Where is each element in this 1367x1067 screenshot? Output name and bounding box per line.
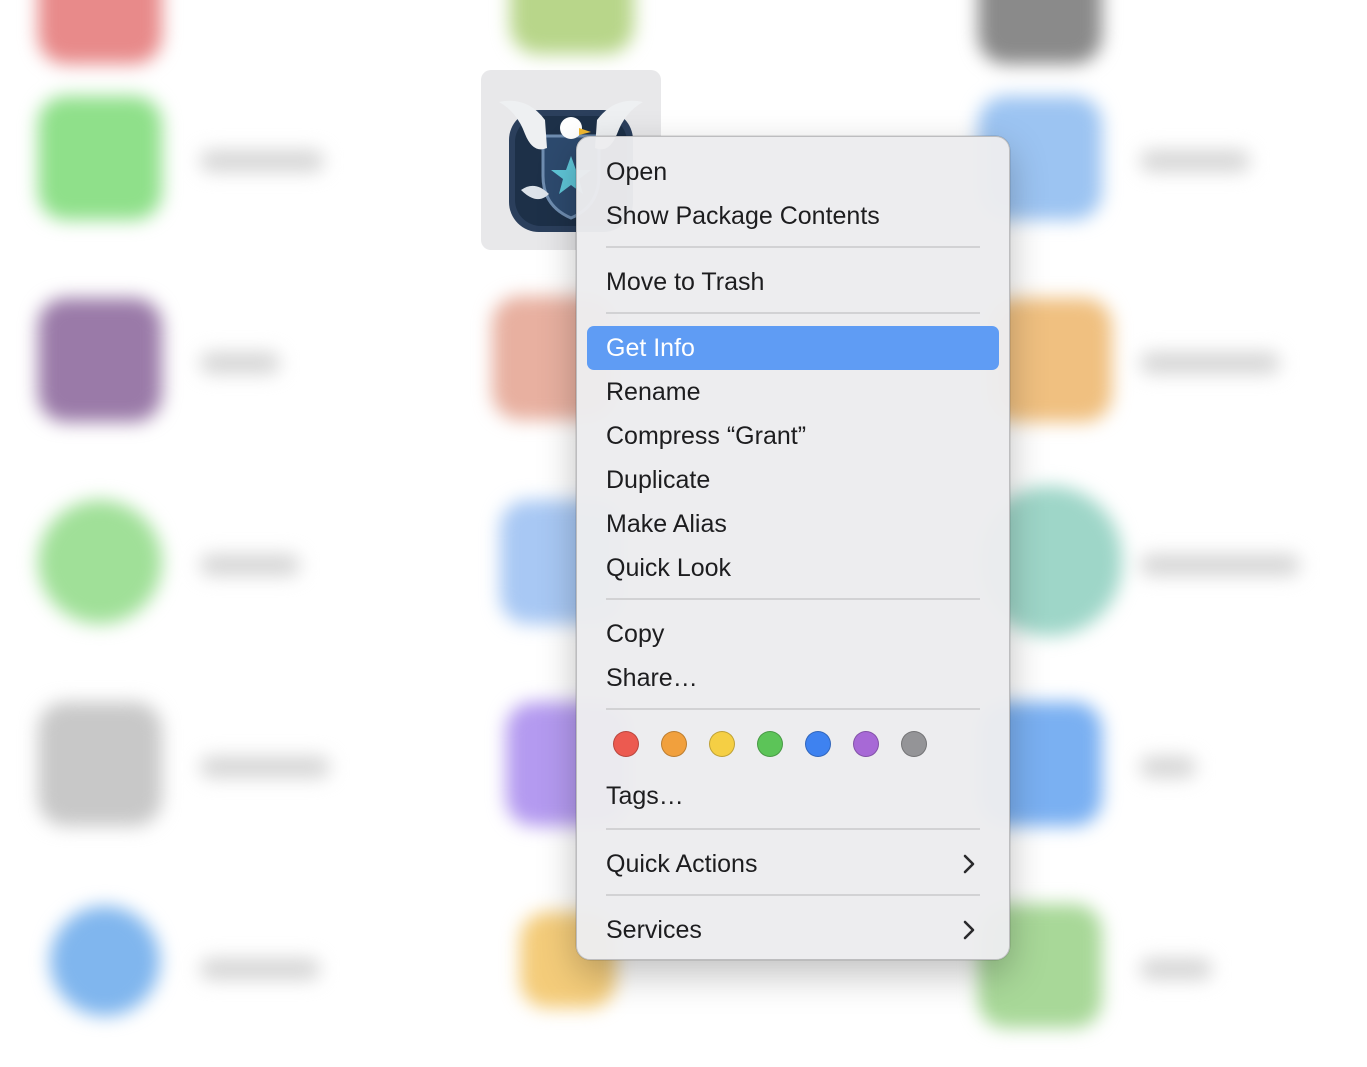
menu-item-label: Rename (606, 378, 701, 406)
app-label-blurred (200, 756, 330, 778)
menu-item-label: Open (606, 158, 668, 186)
menu-item-quick-look[interactable]: Quick Look (587, 546, 999, 590)
app-icon-blurred[interactable] (38, 298, 162, 422)
menu-item-open[interactable]: Open (587, 150, 999, 194)
menu-item-label: Make Alias (606, 510, 727, 538)
tag-color-gray[interactable] (901, 731, 927, 757)
app-label-blurred (200, 958, 320, 980)
tag-color-red[interactable] (613, 731, 639, 757)
menu-item-make-alias[interactable]: Make Alias (587, 502, 999, 546)
app-icon-blurred[interactable] (38, 500, 162, 624)
app-label-blurred (1140, 958, 1212, 980)
menu-item-get-info[interactable]: Get Info (587, 326, 999, 370)
app-label-blurred (200, 150, 324, 172)
menu-item-compress[interactable]: Compress “Grant” (587, 414, 999, 458)
menu-item-label: Quick Actions (606, 850, 758, 878)
tag-color-blue[interactable] (805, 731, 831, 757)
menu-separator (606, 708, 980, 710)
menu-item-label: Quick Look (606, 554, 732, 582)
menu-separator (606, 312, 980, 314)
menu-item-label: Get Info (606, 334, 695, 362)
app-icon-blurred[interactable] (38, 96, 162, 220)
menu-item-label: Compress “Grant” (606, 422, 807, 450)
app-label-blurred (200, 352, 280, 374)
app-label-blurred (1140, 554, 1300, 576)
menu-item-label: Share… (606, 664, 698, 692)
app-label-blurred (1140, 352, 1280, 374)
menu-item-copy[interactable]: Copy (587, 612, 999, 656)
menu-item-move-to-trash[interactable]: Move to Trash (587, 260, 999, 304)
chevron-right-icon (963, 854, 975, 874)
menu-item-tags[interactable]: Tags… (587, 774, 999, 818)
menu-item-duplicate[interactable]: Duplicate (587, 458, 999, 502)
menu-item-label: Move to Trash (606, 268, 765, 296)
menu-separator (606, 598, 980, 600)
menu-item-label: Services (606, 916, 702, 944)
app-label-blurred (200, 554, 300, 576)
menu-separator (606, 246, 980, 248)
app-label-blurred (1140, 756, 1196, 778)
tag-color-green[interactable] (757, 731, 783, 757)
app-icon-blurred[interactable] (978, 0, 1102, 64)
app-icon-blurred[interactable] (50, 906, 160, 1016)
context-menu: Open Show Package Contents Move to Trash… (576, 136, 1010, 960)
menu-item-services[interactable]: Services (587, 908, 999, 952)
menu-item-label: Duplicate (606, 466, 711, 494)
menu-item-rename[interactable]: Rename (587, 370, 999, 414)
menu-item-label: Tags… (606, 782, 684, 810)
menu-item-quick-actions[interactable]: Quick Actions (587, 842, 999, 886)
menu-item-share[interactable]: Share… (587, 656, 999, 700)
menu-separator (606, 828, 980, 830)
app-label-blurred (1140, 150, 1250, 172)
menu-item-label: Copy (606, 620, 665, 648)
finder-applications-view: Open Show Package Contents Move to Trash… (0, 0, 1367, 1067)
menu-separator (606, 894, 980, 896)
tag-color-yellow[interactable] (709, 731, 735, 757)
tag-color-purple[interactable] (853, 731, 879, 757)
app-icon-blurred[interactable] (510, 0, 634, 54)
menu-item-label: Show Package Contents (606, 202, 880, 230)
app-icon-blurred[interactable] (38, 0, 162, 64)
menu-item-show-package-contents[interactable]: Show Package Contents (587, 194, 999, 238)
app-icon-blurred[interactable] (38, 702, 162, 826)
tag-color-orange[interactable] (661, 731, 687, 757)
chevron-right-icon (963, 920, 975, 940)
